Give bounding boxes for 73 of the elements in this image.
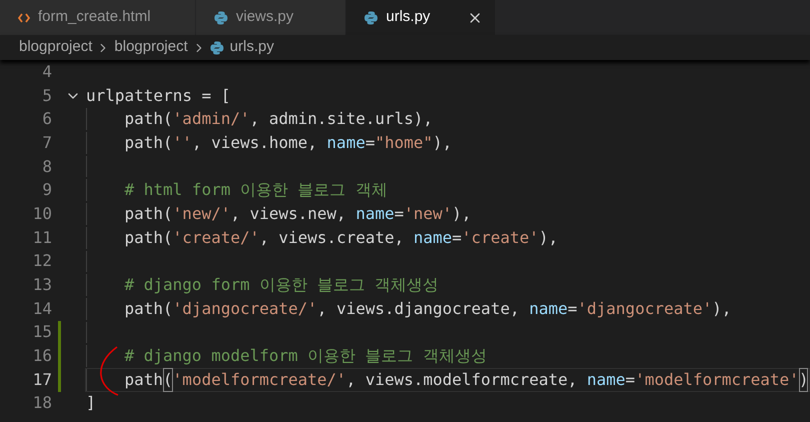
keyword-argument: name bbox=[414, 226, 452, 249]
code-text: ), bbox=[712, 298, 732, 320]
code-text: = bbox=[568, 298, 578, 320]
python-file-icon bbox=[214, 10, 228, 24]
tab-label: views.py bbox=[236, 7, 294, 28]
editor-tab[interactable]: views.py bbox=[196, 0, 346, 35]
tab-label: form_create.html bbox=[38, 7, 151, 28]
matched-bracket: ( bbox=[163, 368, 173, 392]
line-number: 13 bbox=[32, 274, 52, 296]
line-number: 4 bbox=[41, 60, 52, 83]
code-text: path( bbox=[124, 108, 173, 130]
string-literal: 'djangocreate' bbox=[577, 298, 712, 320]
line-number: 16 bbox=[32, 345, 52, 368]
matched-bracket: ) bbox=[798, 368, 808, 392]
code-text: path( bbox=[124, 132, 173, 154]
code-text: , views.home, bbox=[192, 132, 318, 154]
code-text: ), bbox=[452, 202, 472, 225]
editor-tab[interactable]: form_create.html bbox=[0, 0, 196, 35]
keyword-argument: name bbox=[586, 368, 626, 391]
code-text: ), bbox=[432, 132, 452, 154]
code-text: ] bbox=[86, 392, 96, 414]
code-text: = bbox=[625, 368, 636, 391]
string-literal: 'new' bbox=[404, 202, 452, 225]
code-comment: # django form 이용한 블로그 객체생성 bbox=[124, 274, 439, 296]
line-number: 6 bbox=[41, 108, 52, 130]
string-literal: 'modelformcreate/' bbox=[172, 368, 346, 391]
line-number: 7 bbox=[41, 132, 52, 154]
code-text: = bbox=[394, 202, 404, 225]
python-file-icon bbox=[210, 40, 224, 54]
string-literal: '' bbox=[172, 132, 192, 154]
string-literal: "home" bbox=[374, 132, 433, 154]
string-literal: 'modelformcreate' bbox=[635, 368, 799, 391]
string-literal: 'admin/' bbox=[172, 108, 250, 130]
breadcrumb-item[interactable]: blogproject bbox=[19, 36, 92, 59]
code-text: , views.new, bbox=[230, 202, 348, 225]
code-comment: # html form 이용한 블로그 객체 bbox=[124, 179, 388, 202]
code-text: path( bbox=[124, 298, 173, 320]
code-text: path( bbox=[124, 202, 173, 225]
code-text: , views.create, bbox=[259, 226, 405, 249]
code-text: , views.modelformcreate, bbox=[346, 368, 578, 391]
python-file-icon bbox=[364, 10, 378, 24]
line-number: 10 bbox=[32, 202, 52, 225]
line-number: 11 bbox=[32, 226, 52, 249]
code-text: urlpatterns = [ bbox=[86, 84, 230, 107]
keyword-argument: name bbox=[529, 298, 568, 320]
line-number: 5 bbox=[41, 84, 52, 107]
code-text: = bbox=[365, 132, 375, 154]
code-text: = bbox=[452, 226, 462, 249]
line-number: 8 bbox=[41, 156, 52, 178]
string-literal: 'create' bbox=[462, 226, 539, 249]
string-literal: 'djangocreate/' bbox=[172, 298, 318, 320]
code-brackets-icon bbox=[18, 12, 30, 24]
tab-label: urls.py bbox=[386, 7, 430, 28]
line-number: 12 bbox=[32, 250, 52, 272]
editor-tab[interactable]: urls.py bbox=[346, 0, 496, 35]
string-literal: 'new/' bbox=[172, 202, 230, 225]
keyword-argument: name bbox=[356, 202, 394, 225]
line-number: 14 bbox=[32, 298, 52, 320]
keyword-argument: name bbox=[326, 132, 366, 154]
line-number: 18 bbox=[32, 392, 52, 414]
line-number: 17 bbox=[32, 368, 52, 391]
code-text: , views.djangocreate, bbox=[317, 298, 520, 320]
code-text: , admin.site.urls), bbox=[250, 108, 433, 130]
hand-drawn-annotation bbox=[98, 345, 120, 397]
line-number: 15 bbox=[32, 321, 52, 344]
code-comment: # django modelform 이용한 블로그 객체생성 bbox=[124, 345, 487, 368]
line-number: 9 bbox=[41, 179, 52, 202]
code-text: path bbox=[124, 368, 164, 391]
code-text: ), bbox=[538, 226, 558, 249]
string-literal: 'create/' bbox=[172, 226, 260, 249]
code-text: path( bbox=[124, 226, 173, 249]
breadcrumb-item[interactable]: urls.py bbox=[230, 36, 274, 59]
breadcrumb-item[interactable]: blogproject bbox=[114, 36, 188, 59]
